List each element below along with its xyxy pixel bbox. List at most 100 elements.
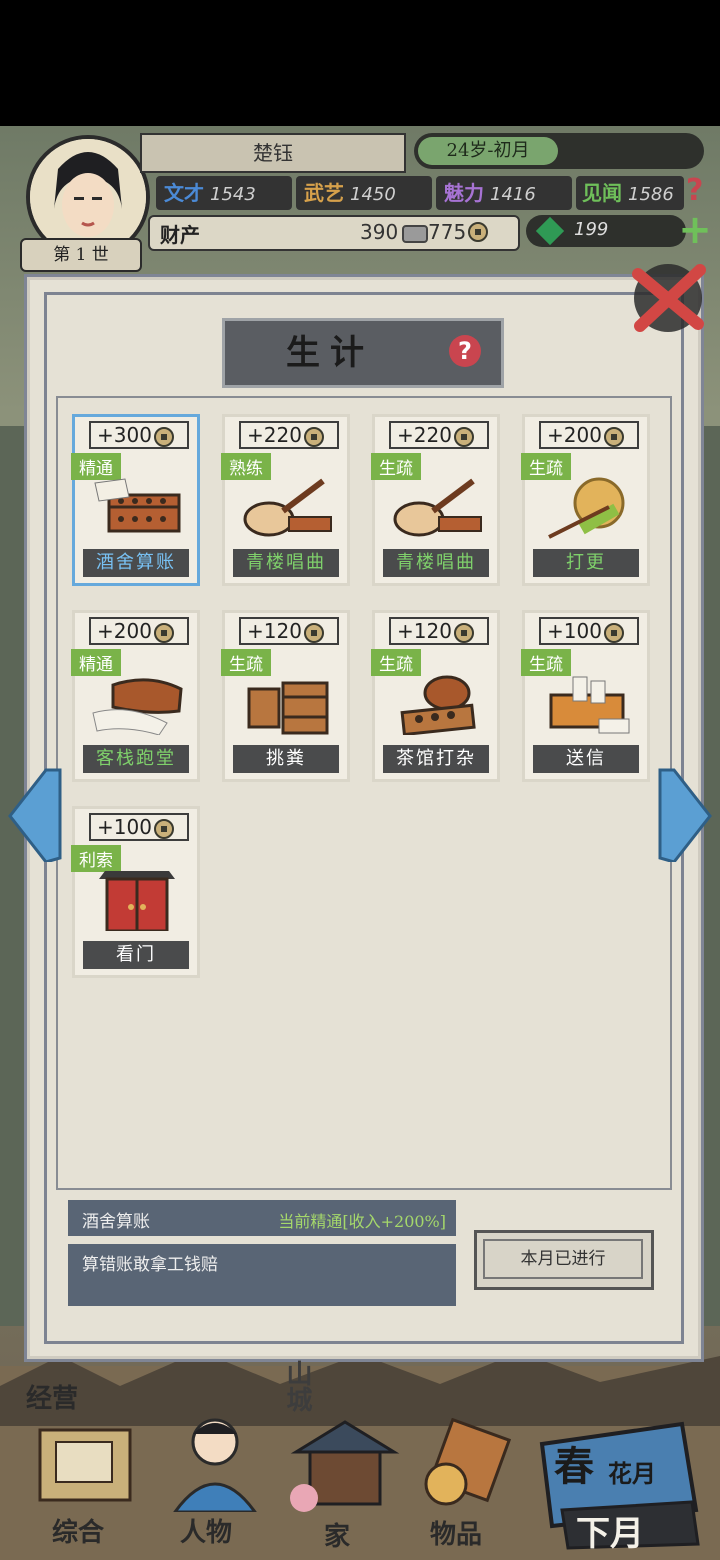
income-value: +120: [397, 619, 452, 643]
job-rank-badge: 生疏: [371, 649, 421, 676]
copper-coin-icon: [303, 622, 324, 643]
copper-coin-icon: [153, 818, 174, 839]
next-page-button[interactable]: [658, 766, 714, 864]
add-currency-button[interactable]: +: [678, 210, 712, 250]
player-name: 楚钰: [140, 133, 406, 173]
panel-help-icon[interactable]: ?: [449, 335, 481, 367]
job-detail-header: 酒舍算账 当前精通[收入+200%]: [68, 1200, 456, 1236]
job-name: 茶馆打杂: [383, 745, 489, 773]
job-rank-badge: 生疏: [221, 649, 271, 676]
bucket-icon: [247, 681, 329, 735]
job-rank-badge: 生疏: [521, 453, 571, 480]
nav-label: 物品: [430, 1520, 483, 1550]
copper-coin-icon: [468, 222, 488, 242]
panel-title-box: 生计 ?: [222, 318, 504, 388]
stat-literary: 文才 1543: [156, 176, 292, 210]
job-name: 送信: [533, 745, 639, 773]
close-button[interactable]: [624, 254, 712, 338]
silver-value: 390: [360, 220, 399, 244]
done-button-label: 本月已进行: [483, 1239, 643, 1279]
stat-value: 1543: [210, 184, 256, 205]
wealth-bar: 财产 390 775: [148, 215, 520, 251]
arrow-right-icon: [658, 768, 712, 864]
job-card-gatekeeper[interactable]: +100 利索 看门: [71, 806, 200, 978]
pipa-icon: [393, 478, 482, 537]
nav-items[interactable]: 物品: [410, 1417, 520, 1550]
nav-label: 家: [324, 1522, 351, 1552]
job-income: +120: [247, 619, 324, 643]
stat-label: 武艺: [304, 181, 344, 205]
job-name: 看门: [83, 941, 189, 969]
job-income: +100: [547, 619, 624, 643]
job-card-inn-waiter[interactable]: +200 精通 客栈跑堂: [71, 610, 200, 782]
job-card-night-watch[interactable]: +200 生疏 打更: [521, 414, 650, 586]
house-icon: [290, 1420, 400, 1512]
income-value: +200: [97, 619, 152, 643]
copper-coin-icon: [303, 426, 324, 447]
copper-coin-icon: [453, 622, 474, 643]
detail-job-status: 当前精通[收入+200%]: [278, 1212, 446, 1231]
satchel-icon: [549, 676, 630, 734]
city-label: 山城: [282, 1360, 312, 1412]
job-card-brothel-singing-2[interactable]: +220 生疏 青楼唱曲: [371, 414, 500, 586]
job-rank-badge: 熟练: [221, 453, 271, 480]
income-value: +200: [547, 423, 602, 447]
stats-help-icon[interactable]: ?: [686, 174, 714, 208]
stat-value: 1586: [628, 184, 674, 205]
job-rank-badge: 生疏: [521, 649, 571, 676]
nav-characters[interactable]: 人物: [160, 1412, 270, 1550]
job-card-night-soil[interactable]: +120 生疏 挑粪: [221, 610, 350, 782]
job-card-tavern-accounting[interactable]: +300 精通 酒舍算账: [71, 414, 200, 586]
tray-cloth-icon: [92, 678, 183, 735]
job-income: +220: [397, 423, 474, 447]
wealth-label: 财产: [160, 223, 200, 247]
prev-page-button[interactable]: [6, 766, 62, 864]
nav-home[interactable]: 家: [290, 1416, 400, 1552]
job-income: +100: [97, 815, 174, 839]
stat-charm: 魅力 1416: [436, 176, 572, 210]
abacus-icon: [94, 478, 181, 533]
job-income: +200: [547, 423, 624, 447]
job-grid: +300 精通 酒舍算账 +220 熟练 青楼唱曲 +220 生疏 青楼唱曲 +…: [56, 396, 672, 1190]
nav-label: 综合: [52, 1518, 105, 1548]
stat-label: 见闻: [582, 181, 622, 205]
income-value: +220: [247, 423, 302, 447]
income-value: +120: [247, 619, 302, 643]
job-income: +300: [97, 423, 174, 447]
arrow-left-icon: [8, 768, 62, 864]
next-month-label: 下月: [576, 1514, 644, 1554]
copper-coin-icon: [603, 426, 624, 447]
copper-coin-icon: [153, 426, 174, 447]
jade-bar: 199: [526, 215, 686, 247]
job-name: 青楼唱曲: [233, 549, 339, 577]
age-label: 24岁-初月: [418, 137, 558, 165]
job-income: +220: [247, 423, 324, 447]
job-rank-badge: 精通: [71, 453, 121, 480]
job-card-brothel-singing[interactable]: +220 熟练 青楼唱曲: [221, 414, 350, 586]
month-label: 花月: [608, 1459, 656, 1488]
stat-label: 文才: [164, 181, 204, 205]
stat-insight: 见闻 1586: [576, 176, 684, 210]
teapot-icon: [400, 675, 476, 735]
income-value: +300: [97, 423, 152, 447]
job-card-letter-delivery[interactable]: +100 生疏 送信: [521, 610, 650, 782]
detail-desc-text: 算错账敢拿工钱赔: [82, 1255, 218, 1275]
done-this-month-button[interactable]: 本月已进行: [474, 1230, 654, 1290]
gong-icon: [548, 477, 625, 539]
job-name: 青楼唱曲: [383, 549, 489, 577]
nav-label: 人物: [180, 1518, 233, 1548]
job-card-teahouse-helper[interactable]: +120 生疏 茶馆打杂: [371, 610, 500, 782]
nav-general[interactable]: 综合: [30, 1420, 140, 1550]
next-month-button[interactable]: 春 花月 下月: [532, 1414, 702, 1554]
door-icon: [99, 871, 175, 931]
job-name: 挑粪: [233, 745, 339, 773]
business-label: 经营: [26, 1384, 79, 1414]
job-name: 酒舍算账: [83, 549, 189, 577]
pipa-icon: [243, 478, 332, 537]
panel-title: 生计: [286, 333, 374, 373]
income-value: +220: [397, 423, 452, 447]
job-rank-badge: 利索: [71, 845, 121, 872]
job-income: +200: [97, 619, 174, 643]
job-name: 客栈跑堂: [83, 745, 189, 773]
job-rank-badge: 精通: [71, 649, 121, 676]
